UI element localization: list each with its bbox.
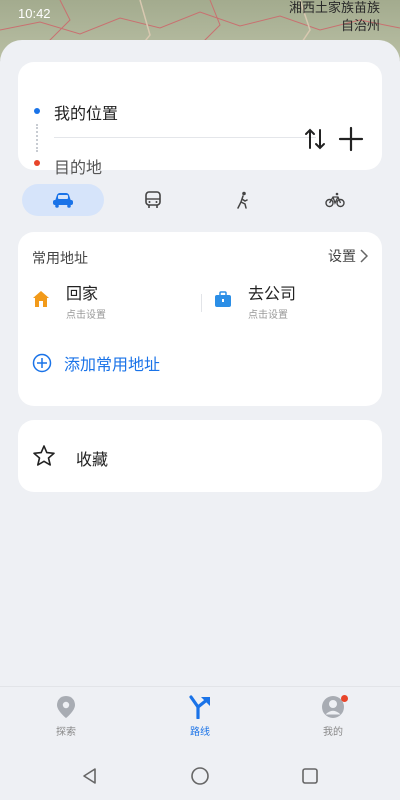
favorites-card[interactable]: 收藏	[18, 420, 382, 492]
system-navigation-bar	[0, 752, 400, 800]
route-connector	[36, 124, 38, 152]
work-address-item[interactable]: 去公司 点击设置	[214, 278, 374, 322]
travel-mode-tabs	[18, 184, 382, 216]
nav-mine[interactable]: 我的	[293, 695, 373, 745]
home-address-item[interactable]: 回家 点击设置	[32, 278, 202, 322]
common-address-card: 常用地址 设置 回家 点击设置 去公司 点击设置 添加常用地址	[18, 232, 382, 406]
home-label: 回家	[66, 284, 99, 303]
tab-walk[interactable]	[202, 184, 284, 216]
bottom-navigation: 探索 路线 我的	[0, 686, 400, 748]
status-time: 10:42	[18, 6, 51, 21]
origin-dot-icon	[34, 108, 40, 114]
home-sub-label: 点击设置	[66, 310, 106, 321]
route-input-card: 我的位置 目的地	[18, 62, 382, 177]
back-icon[interactable]	[80, 766, 100, 786]
nav-route[interactable]: 路线	[160, 695, 240, 745]
destination-dot-icon	[34, 160, 40, 166]
tab-drive[interactable]	[22, 184, 104, 216]
add-circle-icon	[32, 353, 52, 373]
nav-explore[interactable]: 探索	[26, 695, 106, 745]
map-label-line1: 湘西土家族苗族	[288, 1, 380, 16]
star-icon	[33, 445, 55, 466]
address-separator	[201, 294, 202, 312]
map-region-label: 湘西土家族苗族 自治州	[289, 0, 380, 36]
map-label-line2: 自治州	[340, 19, 380, 34]
nav-route-label: 路线	[190, 727, 210, 738]
work-sub-label: 点击设置	[248, 310, 288, 321]
nav-explore-label: 探索	[56, 727, 76, 738]
home-icon	[33, 291, 49, 307]
destination-field[interactable]: 目的地	[54, 154, 102, 178]
tab-bike[interactable]	[294, 184, 376, 216]
common-address-settings-button[interactable]: 设置	[328, 246, 368, 266]
route-arrow-icon	[189, 695, 210, 719]
notification-dot	[341, 695, 348, 702]
car-icon	[53, 193, 73, 208]
favorites-label: 收藏	[76, 450, 109, 469]
add-common-address-label: 添加常用地址	[64, 355, 161, 374]
bicycle-icon	[325, 192, 345, 208]
origin-field[interactable]: 我的位置	[54, 100, 118, 124]
briefcase-icon	[215, 291, 231, 307]
location-pin-icon	[57, 696, 75, 718]
work-label: 去公司	[248, 284, 297, 303]
nav-mine-label: 我的	[323, 727, 343, 738]
add-waypoint-icon[interactable]	[338, 126, 364, 152]
bottom-sheet: 我的位置 目的地 常用地址 设置 回家 点击设置 去公司 点击设置 添加常用地址…	[0, 40, 400, 800]
swap-icon[interactable]	[304, 126, 326, 152]
home-button-icon[interactable]	[190, 766, 210, 786]
walk-icon	[237, 191, 248, 209]
common-address-title: 常用地址	[32, 251, 88, 267]
recent-apps-icon[interactable]	[300, 766, 320, 786]
bus-icon	[145, 191, 161, 208]
settings-label: 设置	[328, 249, 356, 265]
route-divider	[54, 137, 316, 138]
add-common-address-button[interactable]: 添加常用地址	[32, 350, 160, 376]
chevron-right-icon	[360, 249, 368, 263]
tab-transit[interactable]	[112, 184, 194, 216]
